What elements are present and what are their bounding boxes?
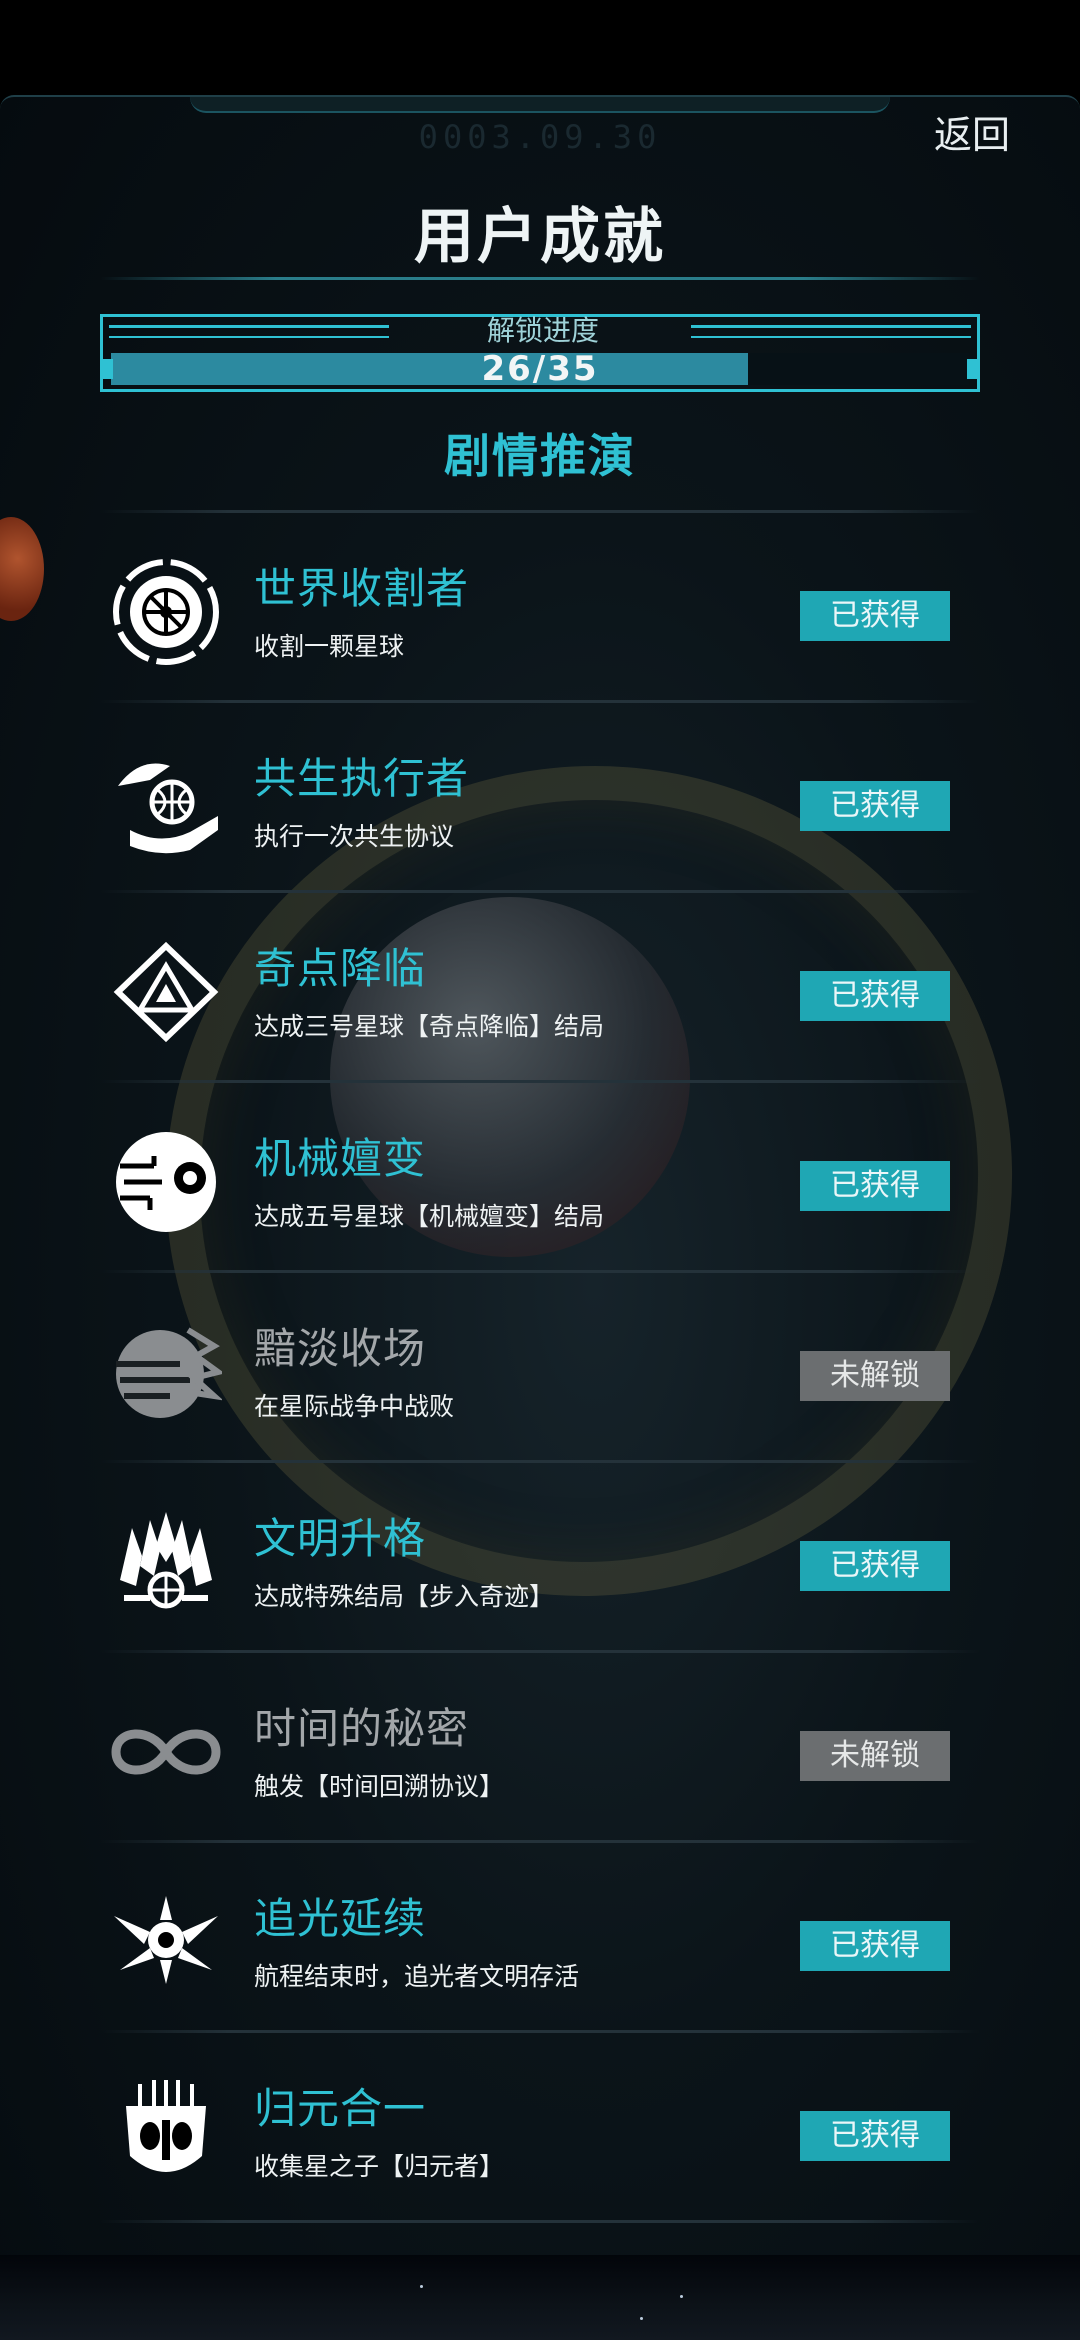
status-badge: 已获得 (800, 971, 950, 1021)
achievement-title: 黯淡收场 (254, 1324, 427, 1373)
achievement-desc: 执行一次共生协议 (254, 822, 455, 851)
status-badge: 已获得 (800, 1541, 950, 1591)
status-badge: 未解锁 (800, 1731, 950, 1781)
achievement-item: 奇点降临 达成三号星球【奇点降临】结局 已获得 (100, 893, 980, 1080)
achievement-list: 世界收割者 收割一颗星球 已获得 共生执行者 执行一次共生协议 已获得 奇点降临… (100, 510, 980, 2223)
mechanical-eye-icon (110, 1126, 222, 1238)
status-badge: 已获得 (800, 1921, 950, 1971)
status-badge: 未解锁 (800, 1351, 950, 1401)
achievement-desc: 航程结束时，追光者文明存活 (254, 1962, 580, 1991)
achievement-title: 世界收割者 (254, 564, 470, 613)
achievement-item: 归元合一 收集星之子【归元者】 已获得 (100, 2033, 980, 2220)
achievement-desc: 在星际战争中战败 (254, 1392, 455, 1421)
list-divider (100, 2220, 980, 2223)
winged-emblem-icon (110, 1506, 222, 1618)
unlock-progress: 解锁进度 26/35 (100, 314, 980, 392)
mask-circuit-icon (110, 2076, 222, 2188)
achievement-title: 机械嬗变 (254, 1134, 427, 1183)
status-badge: 已获得 (800, 591, 950, 641)
achievement-item: 时间的秘密 触发【时间回溯协议】 未解锁 (100, 1653, 980, 1840)
achievement-desc: 达成特殊结局【步入奇迹】 (254, 1582, 555, 1611)
panel-top-tab (190, 97, 890, 113)
infinity-icon (110, 1696, 222, 1808)
progress-track: 26/35 (111, 349, 969, 389)
game-date: 0003.09.30 (418, 118, 662, 156)
achievement-item: 世界收割者 收割一颗星球 已获得 (100, 513, 980, 700)
status-badge: 已获得 (800, 781, 950, 831)
achievement-title: 奇点降临 (254, 944, 427, 993)
status-badge: 已获得 (800, 1161, 950, 1211)
harvest-world-icon (110, 556, 222, 668)
achievement-desc: 收集星之子【归元者】 (254, 2152, 505, 2181)
star (640, 2317, 643, 2320)
achievement-item: 黯淡收场 在星际战争中战败 未解锁 (100, 1273, 980, 1460)
back-button[interactable]: 返回 (922, 107, 1022, 163)
achievement-title: 归元合一 (254, 2084, 427, 2133)
title-divider (100, 277, 980, 280)
achievement-item: 共生执行者 执行一次共生协议 已获得 (100, 703, 980, 890)
achievement-item: 追光延续 航程结束时，追光者文明存活 已获得 (100, 1843, 980, 2030)
achievement-desc: 触发【时间回溯协议】 (254, 1772, 505, 1801)
star (420, 2285, 423, 2288)
symbiosis-hand-globe-icon (110, 746, 222, 858)
winged-star-icon (110, 1886, 222, 1998)
achievement-item: 机械嬗变 达成五号星球【机械嬗变】结局 已获得 (100, 1083, 980, 1270)
achievement-title: 文明升格 (254, 1514, 427, 1563)
star (680, 2295, 683, 2298)
achievement-desc: 收割一颗星球 (254, 632, 405, 661)
singularity-triangle-icon (110, 936, 222, 1048)
achievement-desc: 达成三号星球【奇点降临】结局 (254, 1012, 605, 1041)
achievement-item: 文明升格 达成特殊结局【步入奇迹】 已获得 (100, 1463, 980, 1650)
bottom-starfield (0, 2255, 1080, 2340)
achievement-title: 时间的秘密 (254, 1704, 470, 1753)
status-bar (0, 0, 1080, 95)
progress-count: 26/35 (481, 349, 599, 389)
shattered-planet-icon (110, 1316, 225, 1428)
progress-cap-left (103, 359, 113, 379)
background-planet-left (0, 517, 44, 621)
achievement-desc: 达成五号星球【机械嬗变】结局 (254, 1202, 605, 1231)
progress-label: 解锁进度 (486, 314, 599, 347)
achievement-title: 共生执行者 (254, 754, 470, 803)
page-title: 用户成就 (414, 202, 666, 272)
section-title: 剧情推演 (444, 429, 636, 483)
progress-cap-right (967, 359, 977, 379)
status-badge: 已获得 (800, 2111, 950, 2161)
achievement-title: 追光延续 (254, 1894, 427, 1943)
